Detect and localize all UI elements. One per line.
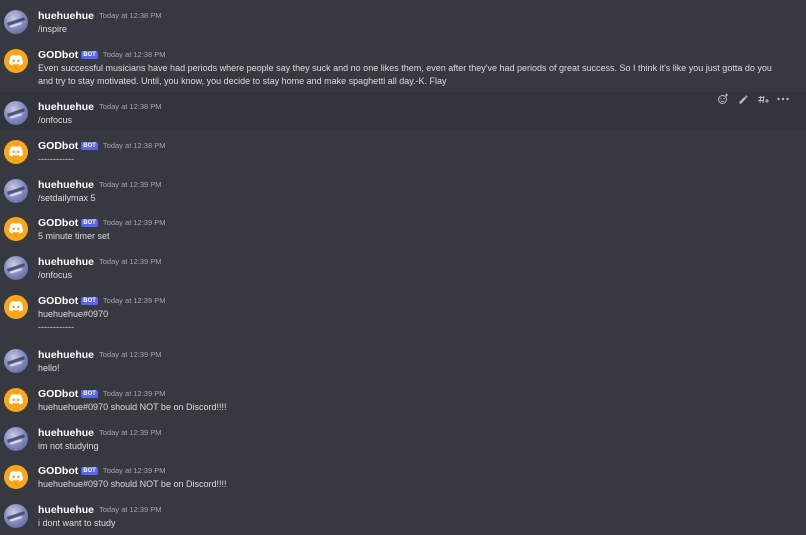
avatar[interactable]	[4, 179, 28, 203]
message-header: huehuehue Today at 12:39 PM	[38, 178, 162, 192]
author-name[interactable]: GODbot	[38, 140, 78, 152]
message-header: GODbot BOT Today at 12:39 PM	[38, 387, 165, 401]
message-content: ------------	[38, 154, 74, 164]
message-header: huehuehue Today at 12:39 PM	[38, 255, 162, 269]
message-feed: huehuehue Today at 12:38 PM /inspire GODb…	[0, 0, 806, 535]
discord-logo-icon	[9, 146, 23, 157]
message-header: GODbot BOT Today at 12:39 PM	[38, 464, 165, 478]
bot-tag: BOT	[81, 142, 98, 150]
message-content: /inspire	[38, 24, 68, 34]
author-name[interactable]: huehuehue	[38, 504, 94, 516]
message[interactable]: GODbot BOT Today at 12:38 PM Even successf…	[0, 48, 806, 90]
message-content: /onfocus	[38, 270, 73, 280]
timestamp: Today at 12:39 PM	[102, 218, 166, 227]
author-name[interactable]: GODbot	[38, 295, 78, 307]
message[interactable]: huehuehue Today at 12:39 PM /setdailymax …	[0, 178, 806, 208]
message-content: /setdailymax 5	[38, 193, 96, 203]
message-header: GODbot BOT Today at 12:39 PM	[38, 294, 165, 308]
message[interactable]: huehuehue Today at 12:39 PM im not studyi…	[0, 426, 806, 456]
timestamp: Today at 12:38 PM	[99, 102, 162, 111]
avatar[interactable]	[4, 49, 28, 73]
message-content: im not studying	[38, 441, 99, 451]
message-content: hello!	[38, 363, 60, 373]
timestamp: Today at 12:38 PM	[102, 141, 166, 150]
create-thread-icon[interactable]	[756, 92, 770, 106]
author-name[interactable]: GODbot	[38, 217, 78, 229]
timestamp: Today at 12:39 PM	[99, 505, 162, 514]
timestamp: Today at 12:39 PM	[99, 350, 162, 359]
avatar[interactable]	[4, 388, 28, 412]
timestamp: Today at 12:39 PM	[102, 296, 166, 305]
avatar[interactable]	[4, 504, 28, 528]
message-header: huehuehue Today at 12:39 PM	[38, 348, 162, 362]
author-name[interactable]: huehuehue	[38, 349, 94, 361]
timestamp: Today at 12:38 PM	[99, 11, 162, 20]
message-header: GODbot BOT Today at 12:39 PM	[38, 216, 165, 230]
message[interactable]: huehuehue Today at 12:39 PM /onfocus	[0, 255, 806, 285]
author-name[interactable]: GODbot	[38, 465, 78, 477]
message[interactable]: huehuehue Today at 12:39 PM hello!	[0, 348, 806, 378]
message-content: /onfocus	[38, 115, 73, 125]
author-name[interactable]: GODbot	[38, 49, 78, 61]
author-name[interactable]: huehuehue	[38, 256, 94, 268]
message-hover-toolbar	[716, 92, 792, 106]
bot-tag: BOT	[81, 390, 98, 398]
edit-icon[interactable]	[736, 92, 750, 106]
bot-tag: BOT	[81, 51, 98, 59]
message-header: GODbot BOT Today at 12:38 PM	[38, 139, 165, 153]
message-content: i dont want to study	[38, 518, 116, 528]
message-header: huehuehue Today at 12:38 PM	[38, 100, 162, 114]
add-reaction-icon[interactable]	[716, 92, 730, 106]
discord-logo-icon	[9, 223, 23, 234]
message-content: huehuehue#0970 ------------	[38, 309, 109, 332]
bot-tag: BOT	[81, 467, 98, 475]
message[interactable]: huehuehue Today at 12:38 PM /inspire	[0, 9, 806, 39]
avatar[interactable]	[4, 427, 28, 451]
message[interactable]: GODbot BOT Today at 12:38 PM ------------	[0, 139, 806, 169]
message-content: huehuehue#0970 should NOT be on Discord!…	[38, 402, 227, 412]
avatar[interactable]	[4, 101, 28, 125]
message[interactable]: GODbot BOT Today at 12:39 PM huehuehue#097…	[0, 387, 806, 417]
timestamp: Today at 12:38 PM	[102, 50, 166, 59]
message[interactable]: GODbot BOT Today at 12:39 PM huehuehue#097…	[0, 294, 806, 338]
avatar[interactable]	[4, 256, 28, 280]
message-header: huehuehue Today at 12:39 PM	[38, 503, 162, 517]
message[interactable]: GODbot BOT Today at 12:39 PM huehuehue#097…	[0, 464, 806, 494]
message[interactable]: huehuehue Today at 12:39 PM i dont want t…	[0, 503, 806, 533]
more-icon[interactable]	[776, 92, 790, 106]
bot-tag: BOT	[81, 297, 98, 305]
avatar[interactable]	[4, 465, 28, 489]
timestamp: Today at 12:39 PM	[102, 389, 166, 398]
message-content: huehuehue#0970 should NOT be on Discord!…	[38, 479, 227, 489]
discord-logo-icon	[9, 471, 23, 482]
discord-logo-icon	[9, 301, 23, 312]
message-content: Even successful musicians have had perio…	[38, 63, 775, 86]
timestamp: Today at 12:39 PM	[102, 466, 166, 475]
message[interactable]: huehuehue Today at 12:38 PM /onfocus	[0, 92, 806, 130]
author-name[interactable]: huehuehue	[38, 427, 94, 439]
bot-tag: BOT	[81, 219, 98, 227]
message-content: 5 minute timer set	[38, 231, 110, 241]
timestamp: Today at 12:39 PM	[99, 180, 162, 189]
message-header: GODbot BOT Today at 12:38 PM	[38, 48, 165, 62]
discord-logo-icon	[9, 55, 23, 66]
author-name[interactable]: GODbot	[38, 388, 78, 400]
discord-logo-icon	[9, 394, 23, 405]
avatar[interactable]	[4, 295, 28, 319]
message[interactable]: GODbot BOT Today at 12:39 PM 5 minute time…	[0, 216, 806, 246]
author-name[interactable]: huehuehue	[38, 10, 94, 22]
author-name[interactable]: huehuehue	[38, 179, 94, 191]
avatar[interactable]	[4, 140, 28, 164]
timestamp: Today at 12:39 PM	[99, 428, 162, 437]
avatar[interactable]	[4, 349, 28, 373]
avatar[interactable]	[4, 217, 28, 241]
author-name[interactable]: huehuehue	[38, 101, 94, 113]
message-header: huehuehue Today at 12:38 PM	[38, 9, 162, 23]
message-header: huehuehue Today at 12:39 PM	[38, 426, 162, 440]
timestamp: Today at 12:39 PM	[99, 257, 162, 266]
avatar[interactable]	[4, 10, 28, 34]
